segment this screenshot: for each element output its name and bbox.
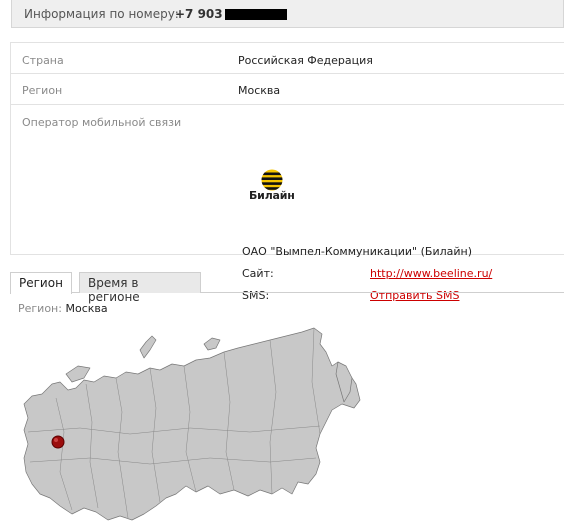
region-label: Регион	[22, 84, 63, 97]
moscow-marker-icon	[51, 435, 65, 449]
beeline-logo-text: Билайн	[249, 189, 295, 202]
region-caption: Регион: Москва	[18, 302, 108, 315]
region-caption-label: Регион:	[18, 302, 62, 315]
country-label: Страна	[22, 54, 64, 67]
info-row-region: Регион Москва	[11, 74, 564, 105]
novaya-zemlya	[139, 335, 157, 359]
tab-region[interactable]: Регион	[10, 272, 72, 294]
taimyr-islands	[203, 337, 221, 351]
number-info-panel: Страна Российская Федерация Регион Москв…	[10, 42, 564, 302]
operator-label: Оператор мобильной связи	[22, 116, 182, 129]
russia-region-map	[23, 327, 361, 521]
country-value: Российская Федерация	[238, 54, 373, 67]
redacted-number-bar	[225, 9, 287, 20]
header-label: Информация по номеру:	[24, 7, 179, 21]
beeline-logo: Билайн	[249, 169, 309, 202]
info-row-operator: Оператор мобильной связи Билайн ОАО "Вым…	[11, 105, 564, 302]
beeline-logo-icon	[261, 169, 283, 191]
russia-mainland	[23, 327, 361, 521]
tab-region-time[interactable]: Время в регионе	[79, 272, 201, 304]
lookup-header: Информация по номеру: +7 903	[11, 0, 564, 28]
region-caption-value: Москва	[65, 302, 108, 315]
region-tabs: Регион Время в регионе	[10, 272, 564, 304]
operator-name: ОАО "Вымпел-Коммуникации" (Билайн)	[242, 245, 472, 258]
kola-peninsula	[65, 365, 91, 383]
region-value: Москва	[238, 84, 281, 97]
info-row-country: Страна Российская Федерация	[11, 43, 564, 74]
phone-number: +7 903	[175, 7, 223, 21]
